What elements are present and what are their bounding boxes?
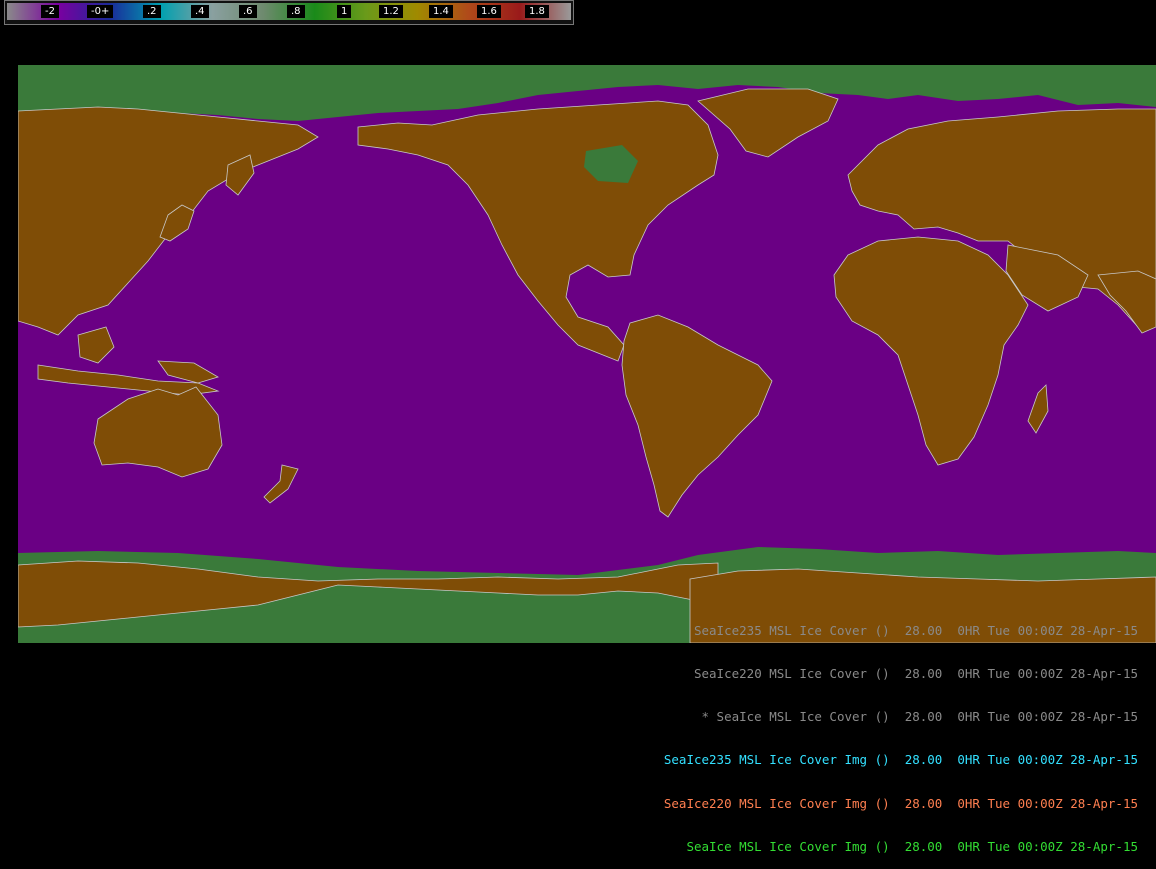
legend-entry: SeaIce MSL Ice Cover Img () 28.00 0HR Tu… — [686, 838, 1138, 854]
legend-entry: * SeaIce MSL Ice Cover () 28.00 0HR Tue … — [701, 709, 1139, 725]
colorbar-label: -0+ — [87, 5, 114, 18]
colorbar-label: .2 — [143, 5, 161, 18]
legend-entry: SeaIce220 MSL Ice Cover () 28.00 0HR Tue… — [693, 666, 1138, 682]
colorbar-label: .4 — [191, 5, 209, 18]
colorbar-label: .8 — [287, 5, 305, 18]
colorbar-label: 1.2 — [379, 5, 403, 18]
colorbar-label: -2 — [41, 5, 59, 18]
legend: SeaIce235 MSL Ice Cover () 28.00 0HR Tue… — [664, 595, 1138, 869]
colorbar-label: 1 — [337, 5, 352, 18]
colorbar: -2 -0+ .2 .4 .6 .8 1 1.2 1.4 1.6 1.8 — [4, 0, 574, 25]
colorbar-label: 1.8 — [525, 5, 549, 18]
world-map — [18, 65, 1156, 643]
legend-entry: SeaIce235 MSL Ice Cover Img () 28.00 0HR… — [663, 752, 1138, 768]
colorbar-label: .6 — [239, 5, 257, 18]
colorbar-label: 1.6 — [477, 5, 501, 18]
legend-entry: SeaIce235 MSL Ice Cover () 28.00 0HR Tue… — [693, 622, 1138, 638]
colorbar-label: 1.4 — [429, 5, 453, 18]
legend-entry: SeaIce220 MSL Ice Cover Img () 28.00 0HR… — [663, 795, 1138, 811]
